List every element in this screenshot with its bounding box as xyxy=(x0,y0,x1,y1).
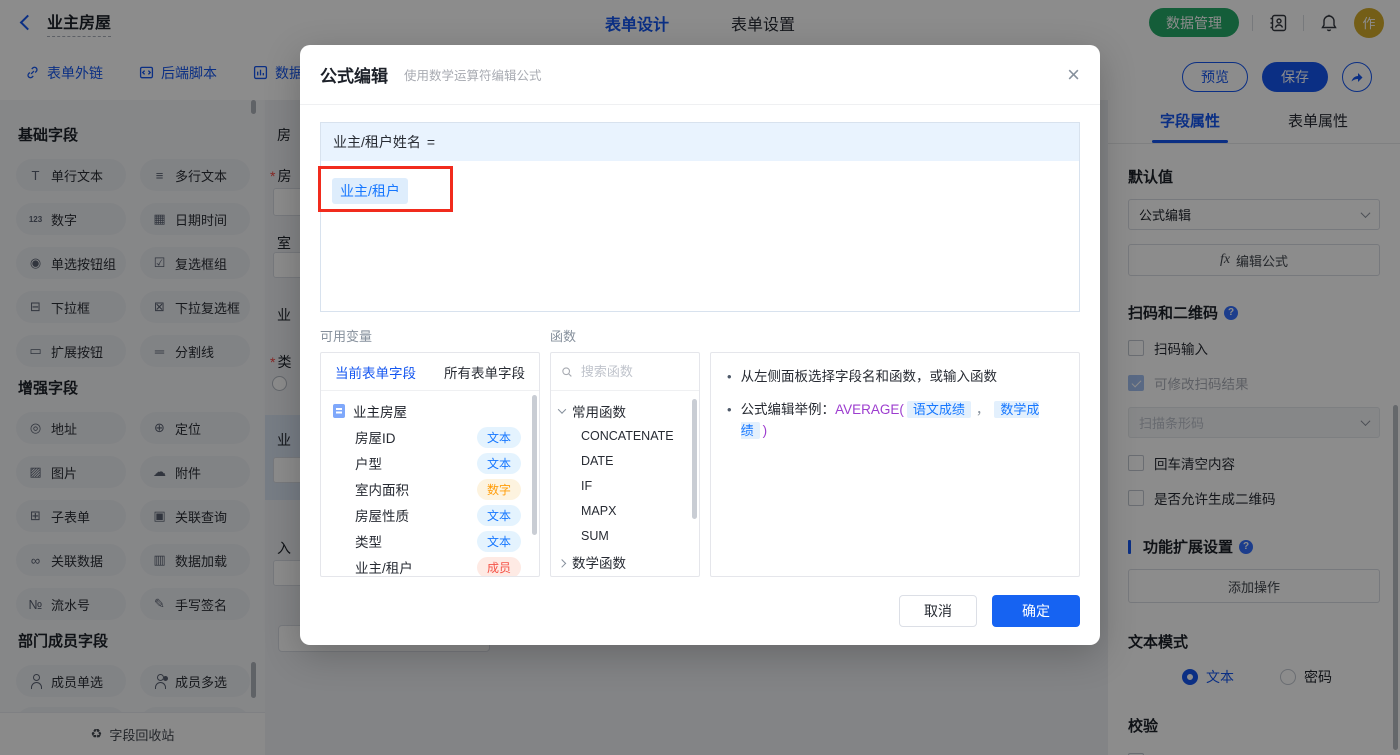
bullet-icon: • xyxy=(727,369,732,384)
search-input[interactable] xyxy=(580,364,689,379)
tip-function-close: ) xyxy=(762,423,768,438)
variable-field-row[interactable]: 类型 文本 xyxy=(333,528,531,554)
modal-subtitle: 使用数学运算符编辑公式 xyxy=(404,69,542,83)
variables-panel: 当前表单字段 所有表单字段 业主房屋 房屋ID 文本 户型 文本 室内面积 数字… xyxy=(320,352,540,577)
tip-line-2: • 公式编辑举例：AVERAGE(语文成绩，数学成绩) xyxy=(727,399,1063,441)
variable-type-badge: 文本 xyxy=(476,452,521,474)
variable-field-row[interactable]: 房屋性质 文本 xyxy=(333,502,531,528)
variable-field-name: 类型 xyxy=(355,535,382,550)
variables-tree: 业主房屋 房屋ID 文本 户型 文本 室内面积 数字 房屋性质 文本 类型 文本… xyxy=(321,391,539,576)
variable-type-badge: 成员 xyxy=(476,556,521,576)
formula-target-field: 业主/租户姓名 xyxy=(333,134,421,150)
function-item[interactable]: DATE xyxy=(559,449,693,474)
panel-column-labels: 可用变量 函数 xyxy=(320,326,1080,345)
tip-field-chip: 语文成绩 xyxy=(906,401,971,418)
modal-title: 公式编辑 xyxy=(320,67,388,86)
formula-field-chip[interactable]: 业主/租户 xyxy=(332,178,408,204)
tree-root-form[interactable]: 业主房屋 xyxy=(333,398,531,424)
scrollbar-thumb[interactable] xyxy=(692,399,697,519)
variable-field-row[interactable]: 业主/租户 成员 xyxy=(333,554,531,576)
function-group-text[interactable]: 文本函数 xyxy=(559,575,693,576)
tip-line-1: • 从左侧面板选择字段名和函数，或输入函数 xyxy=(727,366,1063,387)
variable-field-name: 房屋性质 xyxy=(355,509,409,524)
formula-editor[interactable]: 业主/租户姓名 = 业主/租户 xyxy=(318,122,1080,312)
tip-example-prefix: 公式编辑举例： xyxy=(740,402,836,417)
variable-type-badge: 文本 xyxy=(476,426,521,448)
function-group-math[interactable]: 数学函数 xyxy=(557,549,693,575)
tips-content: • 从左侧面板选择字段名和函数，或输入函数 • 公式编辑举例：AVERAGE(语… xyxy=(711,353,1079,466)
variables-label: 可用变量 xyxy=(320,329,373,344)
functions-panel: 常用函数 CONCATENATEDATEIFMAPXSUM 数学函数 文本函数 xyxy=(550,352,700,577)
cancel-button[interactable]: 取消 xyxy=(899,595,977,627)
tip-function-open: AVERAGE( xyxy=(835,402,904,417)
tree-root-label: 业主房屋 xyxy=(353,405,407,420)
variable-field-row[interactable]: 户型 文本 xyxy=(333,450,531,476)
variable-type-badge: 数字 xyxy=(476,478,521,500)
function-item[interactable]: CONCATENATE xyxy=(559,424,693,449)
tab-all-form-fields[interactable]: 所有表单字段 xyxy=(430,353,539,390)
caret-right-icon xyxy=(557,559,567,568)
close-icon[interactable]: × xyxy=(1067,63,1080,86)
function-group-common[interactable]: 常用函数 xyxy=(557,398,693,424)
panel-columns: 当前表单字段 所有表单字段 业主房屋 房屋ID 文本 户型 文本 室内面积 数字… xyxy=(320,352,1080,577)
tab-current-form-fields[interactable]: 当前表单字段 xyxy=(321,353,430,390)
caret-down-icon xyxy=(557,405,567,414)
function-list: 常用函数 CONCATENATEDATEIFMAPXSUM 数学函数 文本函数 xyxy=(551,391,699,576)
function-items: CONCATENATE DATE IF MAPX SUM xyxy=(559,424,693,549)
functions-label: 函数 xyxy=(550,329,577,344)
form-doc-icon xyxy=(333,404,345,418)
modal-body: 业主/租户姓名 = 业主/租户 可用变量 函数 当前表单字段 所有表单字段 业主… xyxy=(300,122,1100,577)
modal-header: 公式编辑 使用数学运算符编辑公式 × xyxy=(300,45,1100,105)
tip-comma: ， xyxy=(975,402,990,417)
formula-target-bar: 业主/租户姓名 = xyxy=(321,123,1079,161)
bullet-icon: • xyxy=(727,402,732,417)
variable-field-list: 房屋ID 文本 户型 文本 室内面积 数字 房屋性质 文本 类型 文本 业主/租… xyxy=(333,424,531,576)
variable-field-row[interactable]: 房屋ID 文本 xyxy=(333,424,531,450)
formula-edit-modal: 公式编辑 使用数学运算符编辑公式 × 业主/租户姓名 = 业主/租户 可用变量 … xyxy=(300,45,1100,645)
search-icon xyxy=(562,366,572,377)
scrollbar-thumb[interactable] xyxy=(532,395,537,535)
function-search xyxy=(551,353,699,391)
tips-panel: • 从左侧面板选择字段名和函数，或输入函数 • 公式编辑举例：AVERAGE(语… xyxy=(710,352,1080,577)
confirm-button[interactable]: 确定 xyxy=(992,595,1080,627)
variable-field-row[interactable]: 室内面积 数字 xyxy=(333,476,531,502)
variable-field-name: 房屋ID xyxy=(355,431,396,446)
app-window: 业主房屋 表单设计 表单设置 数据管理 作 表单外链 后端脚本 基础字段 T 单… xyxy=(0,0,1400,755)
variable-type-badge: 文本 xyxy=(476,504,521,526)
function-item[interactable]: SUM xyxy=(559,524,693,549)
modal-footer: 取消 确定 xyxy=(899,595,1080,627)
function-item[interactable]: MAPX xyxy=(559,499,693,524)
formula-equals: = xyxy=(426,134,436,150)
variable-field-name: 室内面积 xyxy=(355,483,409,498)
function-item[interactable]: IF xyxy=(559,474,693,499)
variable-field-name: 户型 xyxy=(355,457,382,472)
variable-type-badge: 文本 xyxy=(476,530,521,552)
variable-field-name: 业主/租户 xyxy=(355,561,413,576)
variables-tabs: 当前表单字段 所有表单字段 xyxy=(321,353,539,391)
